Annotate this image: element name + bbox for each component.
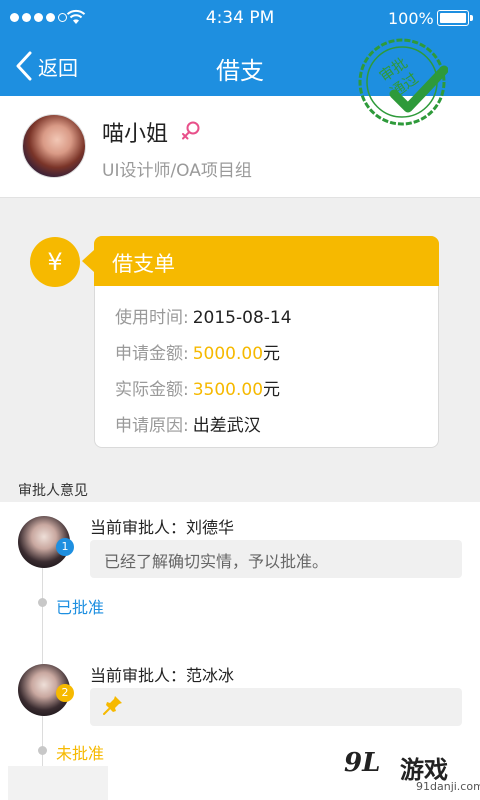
- approver-index-badge: 1: [56, 538, 74, 556]
- approval-status: 未批准: [56, 744, 105, 763]
- pin-icon: [103, 696, 122, 715]
- approver-comment: [90, 688, 462, 726]
- approver-name: 当前审批人：刘德华: [90, 518, 235, 537]
- requested-amount-value: 5000.00: [192, 344, 264, 364]
- applicant-name: 喵小姐: [102, 122, 169, 147]
- approver-index-badge: 2: [56, 684, 74, 702]
- timeline-dot: [38, 746, 47, 755]
- requested-amount-label: 申请金额:: [115, 344, 189, 364]
- use-time-value: 2015-08-14: [192, 308, 292, 328]
- yen-icon: ¥: [30, 237, 80, 287]
- actual-amount-unit: 元: [263, 380, 281, 400]
- approvals-section-title: 审批人意见: [18, 483, 88, 499]
- approved-stamp: 审批 通过: [358, 38, 448, 126]
- requested-amount-row: 申请金额: 5000.00元: [115, 339, 280, 364]
- status-bar: 4:34 PM 100%: [0, 0, 480, 36]
- requested-amount-unit: 元: [263, 344, 281, 364]
- watermark-logo: 9L: [344, 748, 381, 778]
- reason-value: 出差武汉: [192, 416, 261, 436]
- loan-card-title: 借支单: [112, 252, 175, 276]
- reason-label: 申请原因:: [115, 416, 189, 436]
- reason-row: 申请原因: 出差武汉: [115, 411, 261, 436]
- bottom-placeholder: [8, 766, 108, 800]
- watermark-url: 91danji.com: [416, 780, 480, 793]
- actual-amount-label: 实际金额:: [115, 380, 189, 400]
- actual-amount-row: 实际金额: 3500.00元: [115, 375, 280, 400]
- battery-percent: 100%: [388, 9, 434, 28]
- avatar[interactable]: [22, 114, 86, 178]
- use-time-label: 使用时间:: [115, 308, 189, 328]
- watermark: 9L 游戏 91danji.com: [298, 740, 480, 800]
- approver-name: 当前审批人：范冰冰: [90, 666, 235, 685]
- approver-comment: 已经了解确切实情，予以批准。: [90, 540, 462, 578]
- timeline-dot: [38, 598, 47, 607]
- actual-amount-value: 3500.00: [192, 380, 264, 400]
- use-time-row: 使用时间: 2015-08-14: [115, 303, 292, 328]
- loan-card: 借支单 使用时间: 2015-08-14 申请金额: 5000.00元 实际金额: 3…: [82, 236, 439, 448]
- female-icon: [182, 121, 200, 140]
- battery-icon: [437, 10, 473, 26]
- loan-card-header: 借支单: [82, 236, 439, 286]
- approval-status: 已批准: [56, 598, 105, 617]
- applicant-department: UI设计师/OA项目组: [102, 161, 252, 181]
